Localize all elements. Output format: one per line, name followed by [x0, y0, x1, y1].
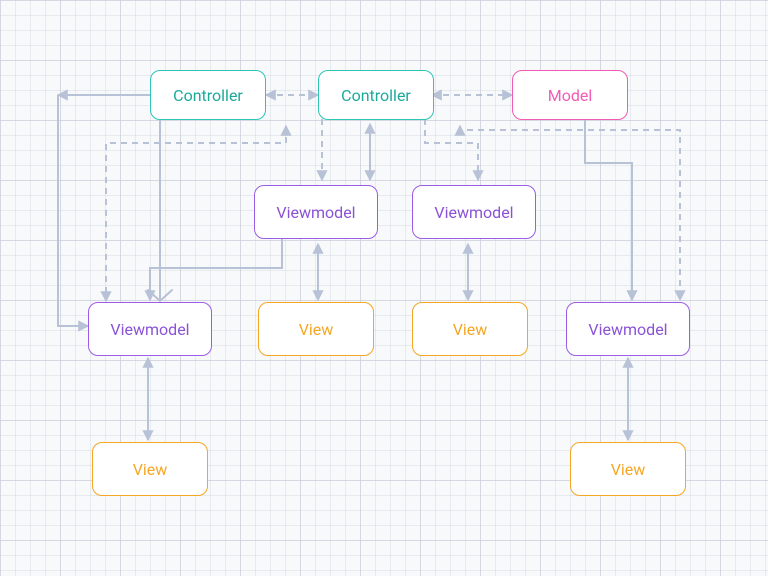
node-controller-1: Controller	[150, 70, 266, 120]
node-view-4: View	[570, 442, 686, 496]
diagram-canvas: Controller Controller Model Viewmodel Vi…	[0, 0, 768, 576]
node-view-1: View	[92, 442, 208, 496]
node-view-3: View	[412, 302, 528, 356]
node-viewmodel-4: Viewmodel	[566, 302, 690, 356]
node-viewmodel-1: Viewmodel	[254, 185, 378, 239]
node-viewmodel-2: Viewmodel	[412, 185, 536, 239]
node-model-1: Model	[512, 70, 628, 120]
node-view-2: View	[258, 302, 374, 356]
node-controller-2: Controller	[318, 70, 434, 120]
node-viewmodel-3: Viewmodel	[88, 302, 212, 356]
